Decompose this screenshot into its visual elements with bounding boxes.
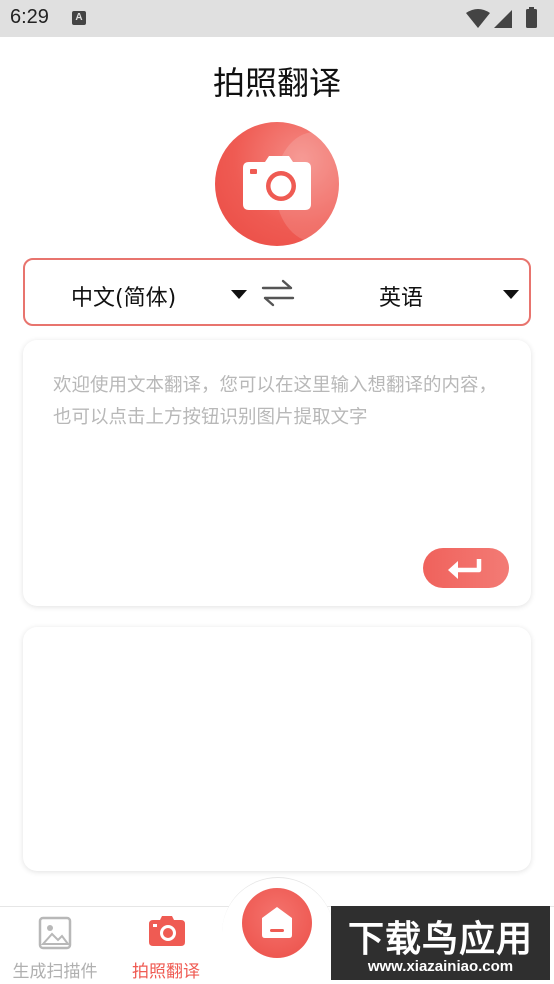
wifi-icon [466,9,490,28]
input-card [23,340,531,606]
source-language-label: 中文(简体) [71,286,177,311]
language-bar: 中文(简体) 英语 [23,258,531,326]
caret-down-icon [231,290,247,299]
target-language-label: 英语 [379,286,424,311]
caret-down-icon [503,290,519,299]
status-time: 6:29 [10,6,49,28]
camera-capture-button[interactable] [215,122,339,246]
camera-icon [149,916,185,946]
translate-submit-button[interactable] [423,548,509,588]
target-language-select[interactable]: 英语 [305,260,531,324]
notification-icon: A [72,11,86,25]
battery-icon [526,9,537,28]
status-icons [466,7,537,28]
watermark-title: 下载鸟应用 [347,919,533,960]
page-title: 拍照翻译 [212,64,341,102]
watermark-logo: 下载鸟应用 www.xiazainiao.com [331,906,550,980]
signal-icon [494,10,512,28]
nav-label-photo-translate: 拍照翻译 [132,962,200,982]
translation-input[interactable] [53,370,503,560]
enter-return-icon [448,559,482,579]
source-language-select[interactable]: 中文(简体) [25,260,253,324]
swap-arrows-icon[interactable] [261,278,295,308]
watermark-url: www.xiazainiao.com [367,958,514,975]
camera-icon [243,156,311,210]
home-button[interactable] [242,888,312,958]
nav-label-scan: 生成扫描件 [12,962,98,982]
home-icon [262,907,292,938]
output-card [23,627,531,871]
image-icon [38,916,72,950]
status-bar: 6:29 A [0,0,554,37]
nav-item-scan[interactable]: 生成扫描件 [0,906,110,984]
nav-item-photo-translate[interactable]: 拍照翻译 [111,906,221,984]
